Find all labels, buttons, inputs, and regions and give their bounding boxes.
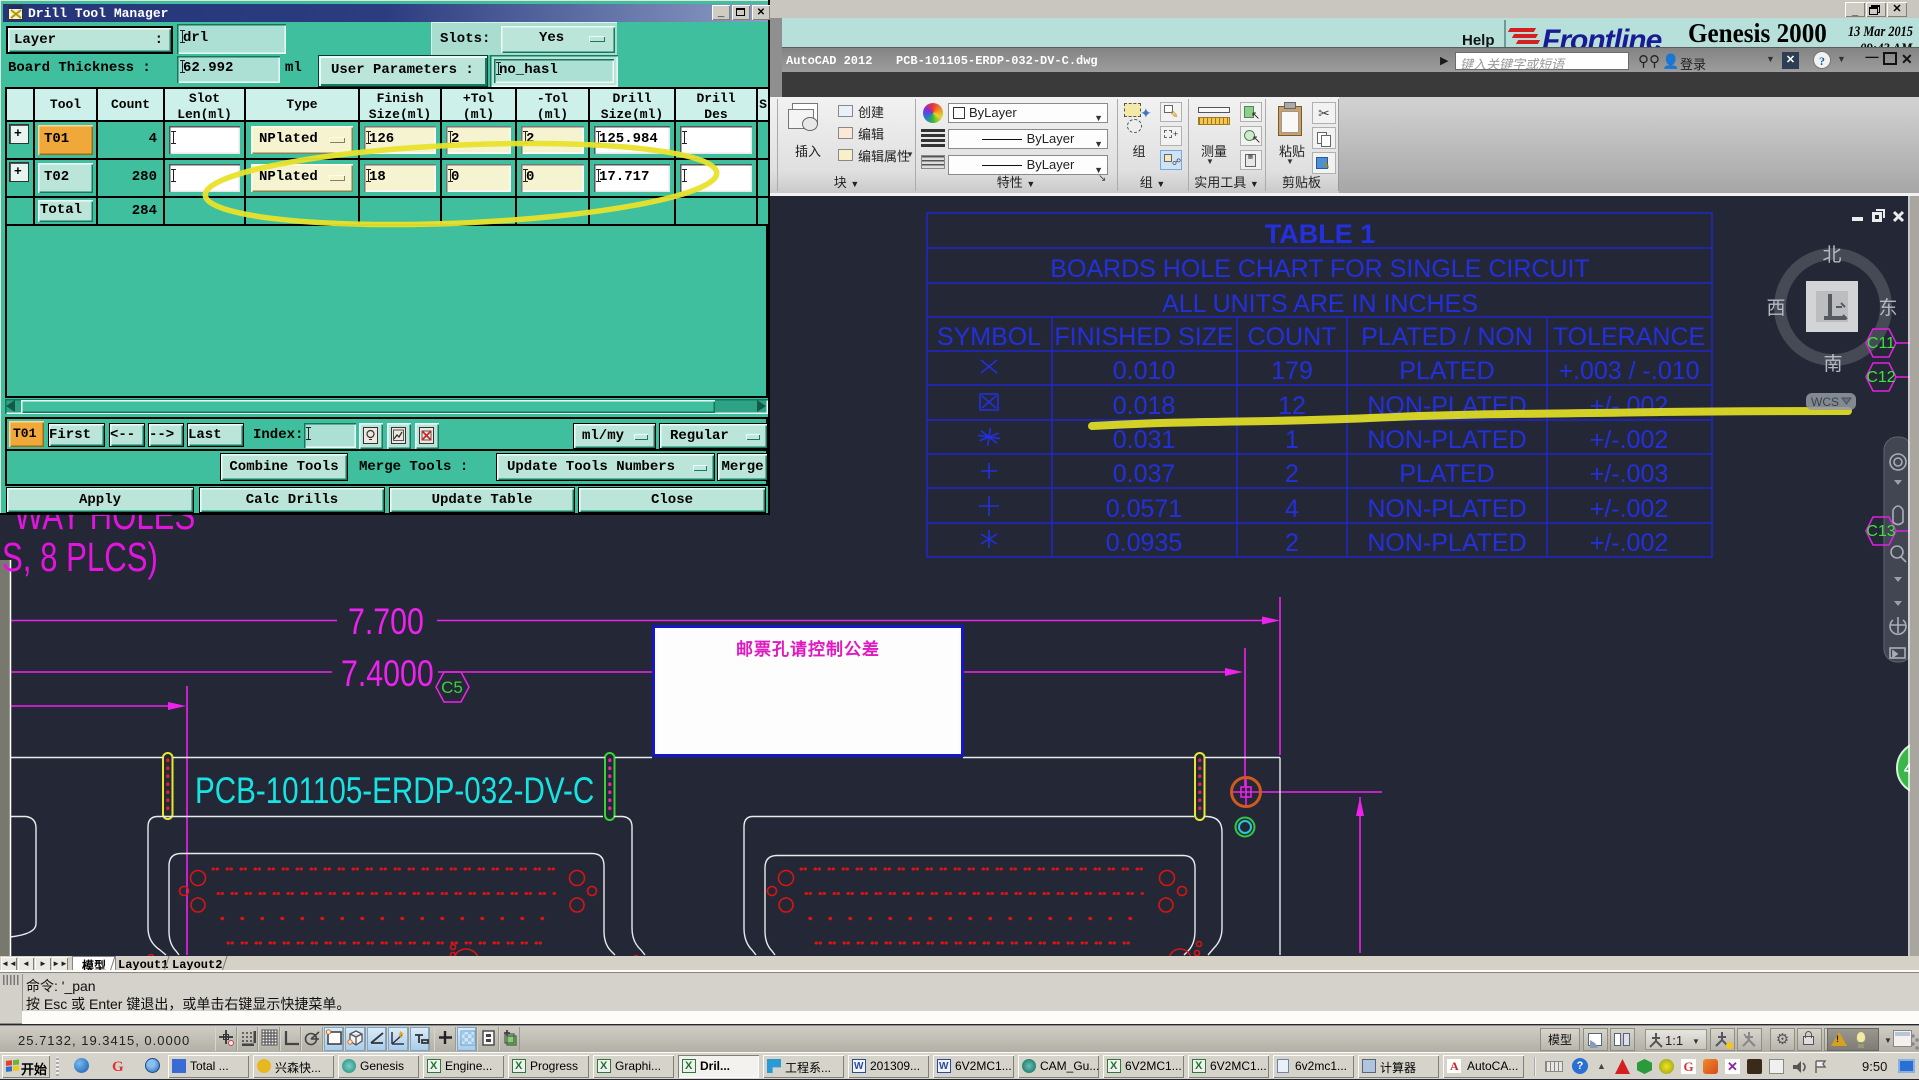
svg-text:东: 东 bbox=[1878, 297, 1897, 319]
svg-text:0.0935: 0.0935 bbox=[1106, 529, 1182, 557]
svg-text:ALL UNITS ARE IN INCHES: ALL UNITS ARE IN INCHES bbox=[1162, 290, 1478, 318]
svg-text:PLATED: PLATED bbox=[1399, 357, 1494, 385]
svg-text:C13: C13 bbox=[1866, 523, 1895, 540]
svg-text:0.037: 0.037 bbox=[1113, 460, 1176, 488]
svg-text:1: 1 bbox=[1285, 426, 1299, 454]
svg-text:C11: C11 bbox=[1867, 335, 1895, 352]
svg-text:PLATED / NON: PLATED / NON bbox=[1361, 323, 1533, 351]
svg-text:0.010: 0.010 bbox=[1113, 357, 1176, 385]
svg-text:北: 北 bbox=[1822, 244, 1841, 266]
svg-text:BOARDS HOLE CHART FOR SINGLE C: BOARDS HOLE CHART FOR SINGLE CIRCUIT bbox=[1050, 255, 1589, 283]
svg-text:NON-PLATED: NON-PLATED bbox=[1367, 426, 1526, 454]
svg-text:COUNT: COUNT bbox=[1248, 323, 1337, 351]
svg-text:0.0571: 0.0571 bbox=[1106, 495, 1182, 523]
svg-text:+/-.002: +/-.002 bbox=[1590, 426, 1669, 454]
svg-text:+.003 / -.010: +.003 / -.010 bbox=[1558, 357, 1699, 385]
svg-text:NON-PLATED: NON-PLATED bbox=[1367, 529, 1526, 557]
svg-text:SYMBOL: SYMBOL bbox=[937, 323, 1041, 351]
svg-text:C12: C12 bbox=[1866, 369, 1895, 386]
svg-text:4: 4 bbox=[1285, 495, 1299, 523]
svg-text:179: 179 bbox=[1271, 357, 1313, 385]
svg-text:C5: C5 bbox=[441, 678, 463, 697]
svg-text:2: 2 bbox=[1285, 529, 1299, 557]
svg-text:NON-PLATED: NON-PLATED bbox=[1367, 495, 1526, 523]
svg-text:WCS: WCS bbox=[1811, 395, 1839, 409]
svg-text:0.018: 0.018 bbox=[1113, 392, 1176, 420]
svg-text:南: 南 bbox=[1823, 353, 1842, 375]
svg-text:TOLERANCE: TOLERANCE bbox=[1553, 323, 1705, 351]
svg-text:+/-.002: +/-.002 bbox=[1590, 495, 1669, 523]
svg-text:+/-.003: +/-.003 bbox=[1590, 460, 1669, 488]
svg-text:+/-.002: +/-.002 bbox=[1590, 529, 1669, 557]
svg-text:12: 12 bbox=[1278, 392, 1306, 420]
svg-text:0.031: 0.031 bbox=[1113, 426, 1176, 454]
svg-text:西: 西 bbox=[1766, 298, 1785, 319]
svg-text:TABLE 1: TABLE 1 bbox=[1265, 219, 1376, 249]
svg-text:PLATED: PLATED bbox=[1399, 460, 1494, 488]
svg-text:2: 2 bbox=[1285, 460, 1299, 488]
svg-text:FINISHED SIZE: FINISHED SIZE bbox=[1054, 323, 1233, 351]
